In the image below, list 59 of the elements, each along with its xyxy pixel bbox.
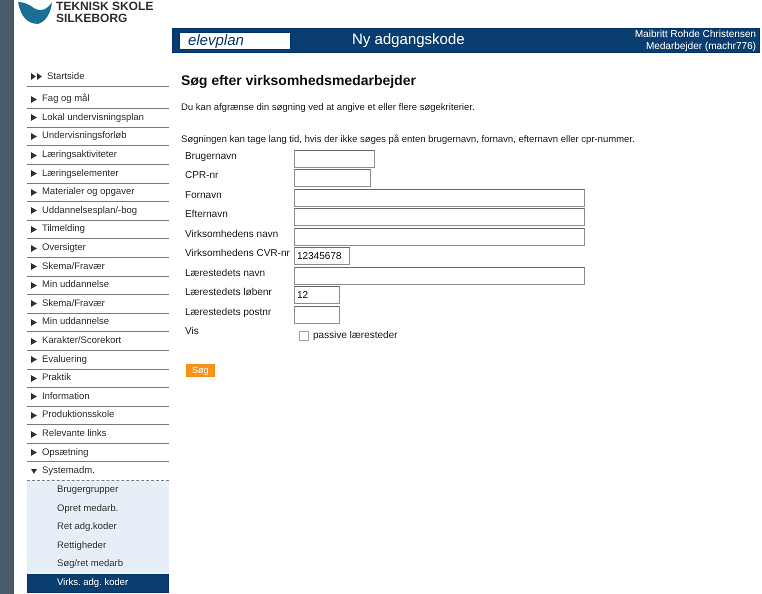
- input-field[interactable]: [294, 169, 371, 187]
- wave-logo-icon: [18, 0, 52, 26]
- input-field[interactable]: [294, 228, 585, 246]
- field-label: CPR-nr: [185, 169, 220, 183]
- sidebar-item[interactable]: Læringsaktiviteter: [27, 146, 169, 165]
- sidebar-item[interactable]: Produktionsskole: [27, 406, 169, 426]
- sidebar-item[interactable]: Opsætning: [27, 444, 169, 462]
- field-label: Lærestedets navn: [185, 266, 266, 280]
- field-label: Lærestedets løbenr: [185, 286, 273, 300]
- sidebar-item[interactable]: Relevante links: [27, 425, 169, 444]
- sidebar-item[interactable]: Materialer og opgaver: [27, 184, 169, 202]
- input-field[interactable]: 12: [294, 286, 340, 304]
- submenu-item[interactable]: Ret adg.koder: [27, 518, 169, 537]
- checkbox[interactable]: [299, 330, 309, 340]
- user-name: Maibritt Rohde Christensen: [634, 28, 756, 40]
- sidebar-item[interactable]: Oversigter: [27, 239, 169, 258]
- field-label: Virksomhedens CVR-nr: [185, 247, 291, 261]
- sidebar-item[interactable]: Karakter/Scorekort: [27, 332, 169, 351]
- field-label: Virksomhedens navn: [185, 228, 280, 242]
- school-city: SILKEBORG: [56, 12, 128, 24]
- input-field[interactable]: [294, 266, 585, 284]
- sidebar-item[interactable]: Evaluering: [27, 350, 169, 370]
- submenu-item[interactable]: Søg/ret medarb: [27, 555, 169, 574]
- sidebar-item[interactable]: Tilmelding: [27, 220, 169, 240]
- input-field[interactable]: [294, 150, 375, 168]
- page-heading: Søg efter virksomhedsmedarbejder: [181, 71, 417, 90]
- input-field[interactable]: [294, 306, 340, 324]
- school-name: TEKNISK SKOLE: [56, 0, 154, 12]
- sidebar-item[interactable]: Undervisningsforløb: [27, 128, 169, 146]
- sidebar-item[interactable]: Lokal undervisningsplan: [27, 109, 169, 128]
- field-label: Efternavn: [185, 208, 229, 222]
- intro-text: Du kan afgrænse din søgning ved at angive et eller flere søgekriterier.: [181, 101, 476, 115]
- submenu-item[interactable]: Virks. adg. koder: [27, 574, 169, 593]
- sidebar-item[interactable]: Skema/Fravær: [27, 295, 169, 314]
- sidebar-item[interactable]: Min uddannelse: [27, 276, 169, 296]
- page-title: Ny adgangskode: [352, 30, 465, 50]
- note-text: Søgningen kan tage lang tid, hvis der ikke søges på enten brugernavn, fornavn, efternavn eller cpr-nummer.: [181, 133, 636, 148]
- user-role: Medarbejder (machr776): [646, 40, 756, 52]
- checkbox-label: passive læresteder: [313, 329, 398, 343]
- field-label: Vis: [185, 325, 200, 339]
- sidebar-item[interactable]: Praktik: [27, 370, 169, 388]
- brand-logo: elevplan: [180, 32, 290, 48]
- sidebar-item[interactable]: Min uddannelse: [27, 314, 169, 332]
- submenu-item[interactable]: Rettigheder: [27, 536, 169, 556]
- submenu-item[interactable]: Opret medarb.: [27, 500, 169, 518]
- submenu-item[interactable]: Brugergrupper: [27, 481, 169, 500]
- sidebar-item[interactable]: Læringselementer: [27, 164, 169, 184]
- field-label: Lærestedets postnr: [185, 306, 272, 320]
- sidebar-item[interactable]: Skema/Fravær: [27, 258, 169, 277]
- input-field[interactable]: [294, 208, 585, 226]
- sidebar-item[interactable]: Uddannelsesplan/-bog: [27, 202, 169, 221]
- double-arrow-icon: [31, 73, 42, 80]
- sidebar-item[interactable]: Fag og mål: [27, 90, 169, 110]
- sidebar-item[interactable]: Information: [27, 388, 169, 407]
- input-field[interactable]: 12345678: [294, 247, 350, 265]
- field-label: Brugernavn: [185, 150, 238, 164]
- field-label: Fornavn: [185, 188, 223, 202]
- input-field[interactable]: [294, 188, 585, 206]
- sidebar-item[interactable]: Startside: [27, 68, 169, 87]
